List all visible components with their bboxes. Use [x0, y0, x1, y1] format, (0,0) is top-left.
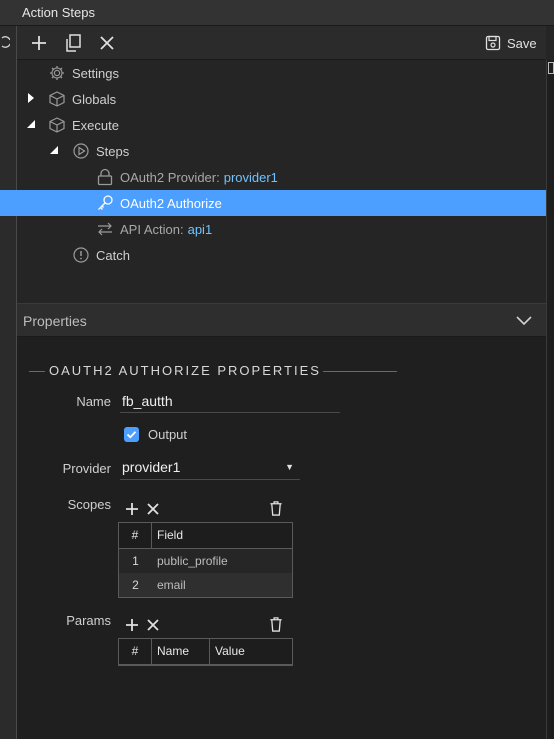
tree-item-label: OAuth2 Authorize: [120, 195, 222, 211]
close-icon: [100, 36, 114, 50]
collapse-steps-icon[interactable]: [49, 145, 59, 155]
tree-item-label: Execute: [72, 117, 119, 133]
row-number: 2: [132, 578, 139, 592]
add-scope-button[interactable]: [124, 501, 140, 517]
tree-item-label: Globals: [72, 91, 117, 107]
name-field[interactable]: [120, 389, 340, 413]
properties-title: Properties: [23, 313, 87, 329]
tree-item-catch[interactable]: Catch: [72, 242, 130, 268]
divider: [29, 371, 45, 372]
scopes-label: Scopes: [67, 497, 111, 512]
row-number: 1: [132, 554, 139, 568]
tree-item-value: provider1: [223, 169, 278, 185]
dropdown-arrow-icon: ▼: [285, 462, 294, 472]
properties-panel-header[interactable]: Properties: [17, 303, 546, 337]
remove-scope-button[interactable]: [145, 501, 161, 517]
tree-item-api-action[interactable]: API Action: api1: [96, 216, 212, 242]
refresh-icon[interactable]: [0, 34, 10, 50]
table-header: # Field: [119, 523, 292, 549]
tree-item-oauth2-provider[interactable]: OAuth2 Provider: provider1: [96, 164, 278, 190]
params-label: Params: [66, 613, 111, 628]
output-checkbox[interactable]: [124, 427, 139, 442]
tree-item-value: api1: [187, 221, 213, 237]
scroll-marker[interactable]: [548, 62, 554, 74]
tree-item-globals[interactable]: Globals: [48, 86, 116, 112]
expand-globals-icon[interactable]: [26, 93, 36, 103]
delete-step-button[interactable]: [95, 31, 119, 55]
tree-item-steps[interactable]: Steps: [72, 138, 129, 164]
scopes-table: # Field 1 public_profile 2 email: [118, 522, 293, 598]
gear-icon: [48, 64, 66, 82]
table-row[interactable]: 2 email: [119, 573, 292, 597]
play-circle-icon: [72, 142, 90, 160]
plus-icon: [32, 36, 46, 50]
left-gutter: [0, 26, 17, 739]
gutter-selection-highlight: [0, 190, 17, 216]
scope-field[interactable]: email: [157, 573, 186, 597]
tree-item-label: OAuth2 Provider:: [120, 169, 220, 185]
provider-label: Provider: [62, 461, 111, 476]
steps-tree: Settings Globals Execute Steps OAuth2 Pr…: [17, 60, 546, 303]
tree-item-oauth2-authorize[interactable]: OAuth2 Authorize: [17, 190, 546, 216]
window-title: Action Steps: [22, 5, 95, 20]
remove-param-button[interactable]: [145, 617, 161, 633]
scope-field[interactable]: public_profile: [157, 549, 228, 573]
params-table: # Name Value: [118, 638, 293, 666]
tree-item-settings[interactable]: Settings: [48, 60, 119, 86]
chevron-down-icon[interactable]: [514, 312, 534, 330]
section-heading: OAUTH2 AUTHORIZE PROPERTIES: [25, 363, 397, 379]
check-icon: [126, 431, 137, 439]
toolbar: Save: [17, 26, 546, 60]
cube-icon: [48, 90, 66, 108]
tree-item-execute[interactable]: Execute: [48, 112, 119, 138]
collapse-execute-icon[interactable]: [26, 119, 36, 129]
tree-item-label: API Action:: [120, 221, 184, 237]
tree-item-label: Catch: [96, 247, 130, 263]
transfer-icon: [96, 220, 114, 238]
title-bar: Action Steps: [0, 0, 554, 26]
key-icon: [96, 194, 114, 212]
table-row[interactable]: 1 public_profile: [119, 549, 292, 573]
column-header: Name: [152, 639, 210, 664]
divider: [323, 371, 397, 372]
output-label: Output: [148, 427, 188, 442]
table-header: # Name Value: [119, 639, 292, 665]
save-icon: [485, 35, 501, 51]
add-param-button[interactable]: [124, 617, 140, 633]
section-title: OAUTH2 AUTHORIZE PROPERTIES: [49, 363, 321, 378]
trash-icon[interactable]: [268, 500, 284, 516]
save-label: Save: [507, 35, 537, 51]
trash-icon[interactable]: [268, 616, 284, 632]
provider-select[interactable]: provider1 ▼: [120, 456, 300, 480]
tree-item-label: Settings: [72, 65, 119, 81]
add-step-button[interactable]: [27, 31, 51, 55]
column-header: Value: [215, 644, 245, 658]
copy-icon: [66, 34, 81, 52]
column-header: #: [119, 523, 152, 548]
provider-selected-value: provider1: [122, 459, 181, 475]
properties-panel: OAUTH2 AUTHORIZE PROPERTIES Name Output …: [17, 337, 546, 739]
tree-item-label: Steps: [96, 143, 130, 159]
column-header: #: [119, 639, 152, 664]
column-header: Field: [157, 528, 184, 542]
cube-icon: [48, 116, 66, 134]
save-button[interactable]: Save: [485, 33, 537, 53]
copy-step-button[interactable]: [61, 31, 85, 55]
lock-icon: [96, 168, 114, 186]
alert-circle-icon: [72, 246, 90, 264]
right-gutter: [546, 60, 554, 739]
name-label: Name: [76, 394, 111, 409]
